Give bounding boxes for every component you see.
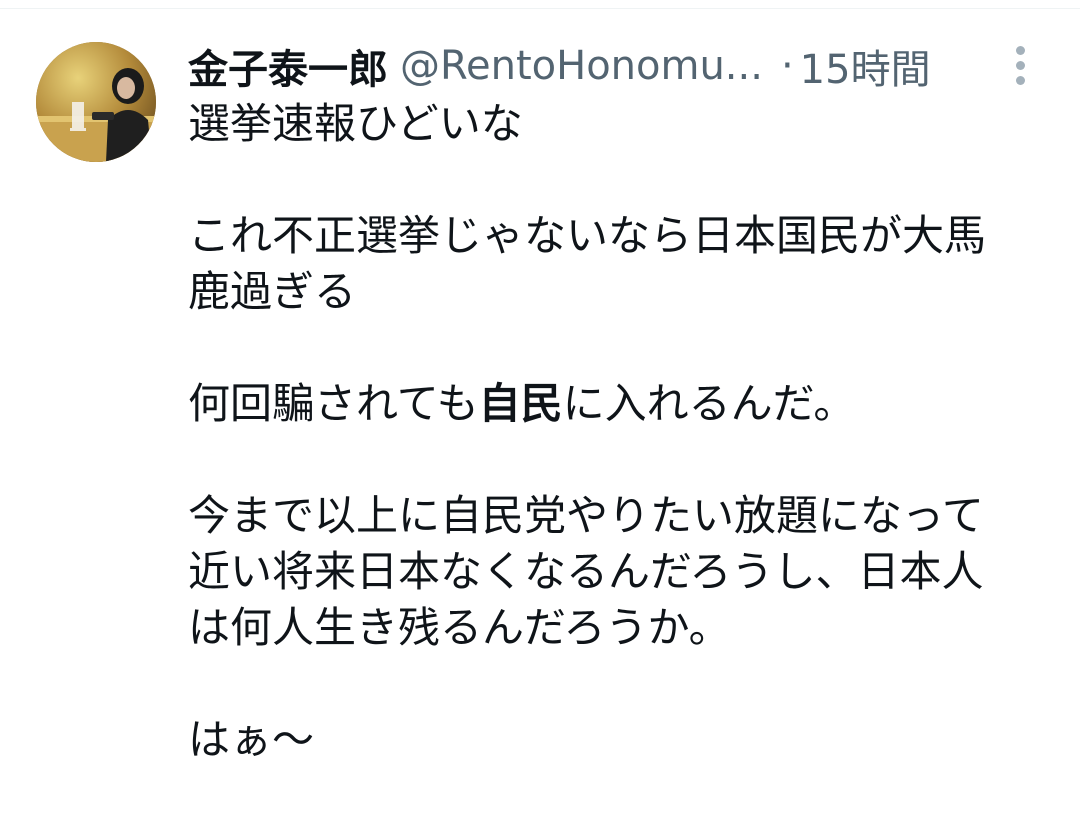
tweet-text: 選挙速報ひどいな これ不正選挙じゃないなら日本国民が大馬 鹿過ぎる 何回騙されて… [188,96,1048,768]
text-line: 近い将来日本なくなるんだろうし、日本人 [188,547,984,596]
paragraph: 選挙速報ひどいな [188,96,1048,152]
text-segment: 何回騙されても [188,379,479,428]
bold-keyword: 自民 [478,379,563,428]
timestamp[interactable]: 15時間 [800,37,931,95]
avatar[interactable] [36,42,156,162]
text-line: 今まで以上に自民党やりたい放題になって [188,491,984,540]
text-line: これ不正選挙じゃないなら日本国民が大馬 [188,211,987,260]
paragraph: 何回騙されても自民に入れるんだ。 [188,376,1048,432]
user-handle[interactable]: @RentoHonomu... [400,43,763,89]
tweet[interactable]: 金子泰一郎 @RentoHonomu... · 15時間 選挙速報ひどいな これ… [0,0,1080,825]
text-line: 鹿過ぎる [188,267,357,316]
paragraph: 今まで以上に自民党やりたい放題になって 近い将来日本なくなるんだろうし、日本人 … [188,488,1048,656]
more-vertical-icon [1015,45,1025,55]
text-line: は何人生き残るんだろうか。 [188,603,731,652]
text-line: はぁ〜 [188,715,315,764]
separator-dot: · [780,43,794,89]
profile-photo [36,42,156,162]
display-name[interactable]: 金子泰一郎 [188,37,388,95]
text-segment: に入れるんだ。 [562,379,856,428]
tweet-header: 金子泰一郎 @RentoHonomu... · 15時間 [188,36,988,96]
paragraph: これ不正選挙じゃないなら日本国民が大馬 鹿過ぎる [188,208,1048,320]
text-line: 選挙速報ひどいな [188,99,523,148]
more-options-button[interactable] [1000,40,1040,90]
paragraph: はぁ〜 [188,712,1048,768]
text-line: 何回騙されても自民に入れるんだ。 [188,376,1048,432]
